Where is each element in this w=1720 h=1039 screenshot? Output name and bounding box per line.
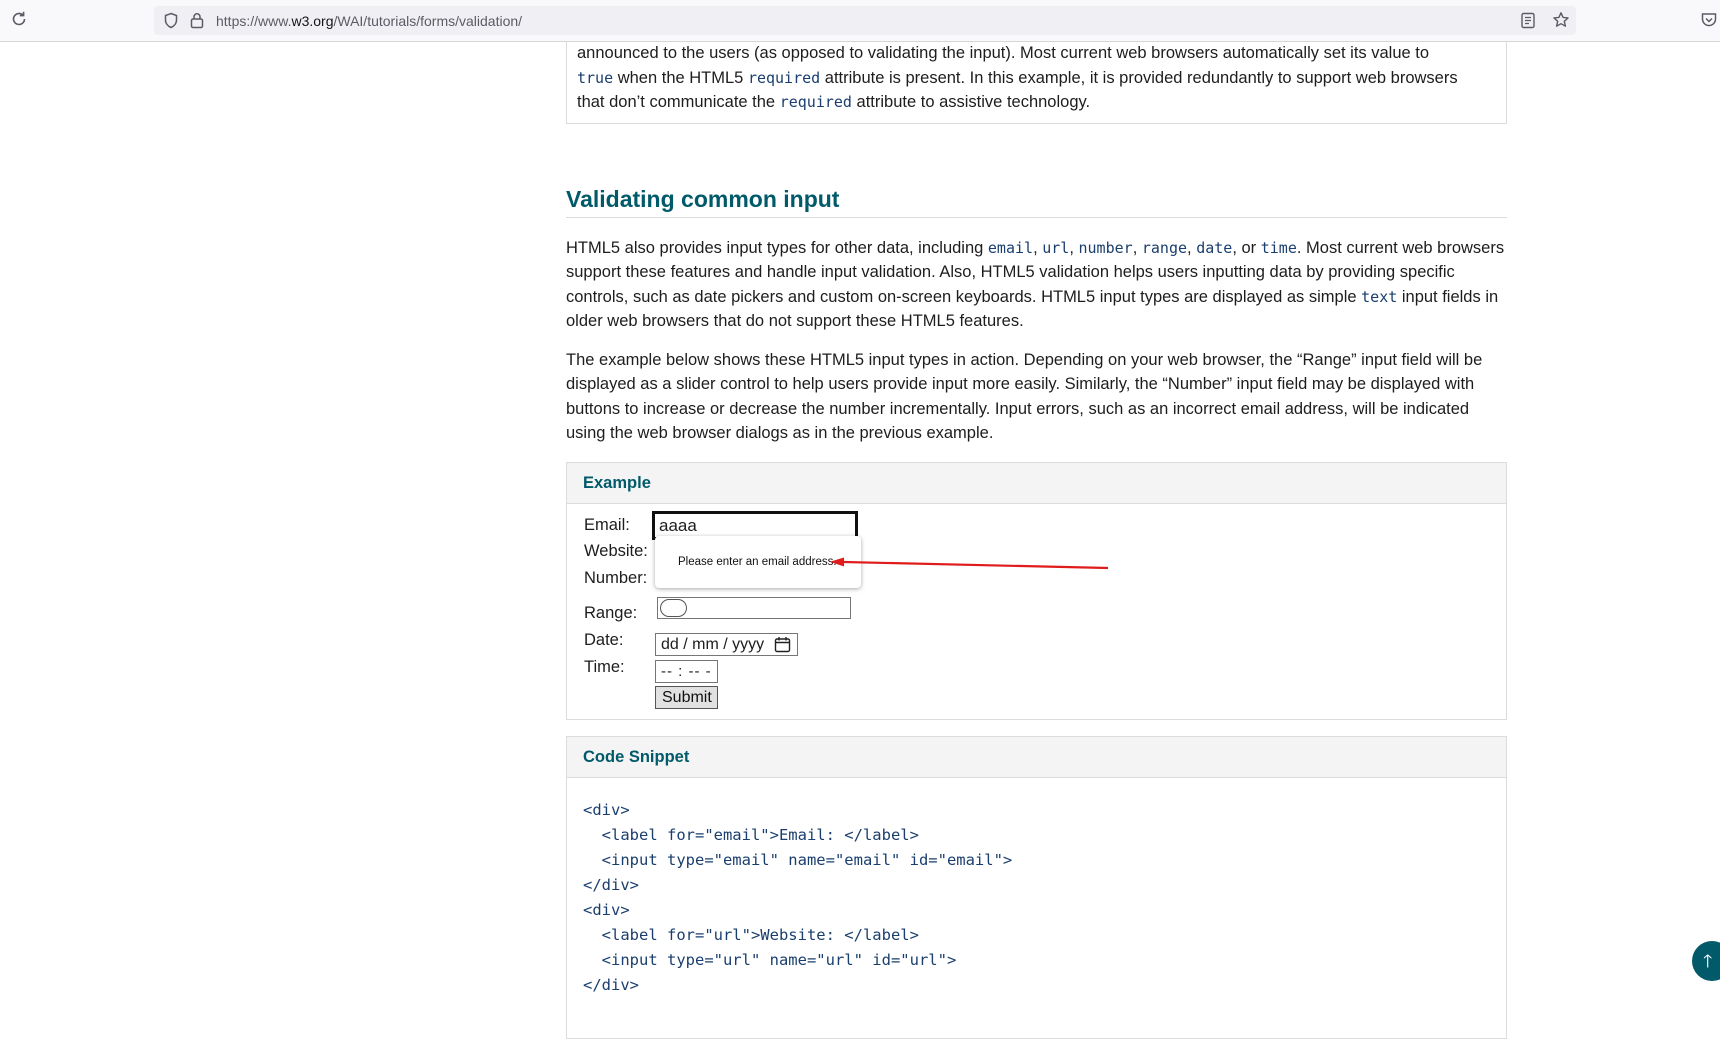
example-form: Email: Website: Number: Range: Date: Tim… xyxy=(567,504,1506,719)
section-heading: Validating common input xyxy=(566,184,1507,218)
time-label: Time: xyxy=(584,657,625,676)
email-label: Email: xyxy=(584,515,630,534)
text: , or xyxy=(1232,238,1261,257)
text: , xyxy=(1187,238,1197,257)
website-label: Website: xyxy=(584,541,648,560)
text: , xyxy=(1069,238,1079,257)
code-required: required xyxy=(779,93,852,111)
range-slider-thumb[interactable] xyxy=(660,598,687,617)
aria-required-note: announced to the users (as opposed to va… xyxy=(566,41,1507,124)
reader-view-icon[interactable] xyxy=(1520,12,1536,33)
browser-toolbar: https://www.w3.org/WAI/tutorials/forms/v… xyxy=(0,0,1720,42)
code-snippet-heading: Code Snippet xyxy=(567,736,1506,778)
range-label: Range: xyxy=(584,603,638,622)
code-text: text xyxy=(1361,287,1398,306)
code-required: required xyxy=(747,68,821,87)
code-line: <input type="email" name="email" id="ema… xyxy=(583,850,1013,869)
url-text[interactable]: https://www.w3.org/WAI/tutorials/forms/v… xyxy=(216,13,522,29)
time-input[interactable]: -- : -- -- xyxy=(655,659,718,701)
url-prefix: https://www. xyxy=(216,13,292,29)
main-content: announced to the users (as opposed to va… xyxy=(566,41,1507,1039)
note-line-3a: that don’t communicate the xyxy=(577,93,780,111)
back-to-top-button[interactable]: 🡑 xyxy=(1692,941,1720,981)
annotation-arrow-icon xyxy=(830,557,1109,569)
code-number: number xyxy=(1078,238,1133,257)
date-input[interactable]: dd / mm / yyyy xyxy=(655,632,798,659)
range-slider[interactable] xyxy=(657,596,851,619)
note-line-2b: attribute is present. In this example, i… xyxy=(820,68,1458,87)
email-input[interactable]: aaaa xyxy=(652,510,858,540)
address-bar[interactable]: https://www.w3.org/WAI/tutorials/forms/v… xyxy=(154,6,1576,35)
code-line: </div> xyxy=(583,975,639,994)
code-line: <input type="url" name="url" id="url"> xyxy=(583,950,957,969)
text: , xyxy=(1132,238,1142,257)
date-label: Date: xyxy=(584,630,624,649)
code-true: true xyxy=(577,68,614,87)
example-heading: Example xyxy=(567,462,1506,504)
lock-icon[interactable] xyxy=(190,12,204,33)
code-line: </div> xyxy=(583,875,639,894)
date-placeholder: dd / mm / yyyy xyxy=(661,635,765,653)
code-line: <div> xyxy=(583,800,630,819)
code-line: <label for="email">Email: </label> xyxy=(583,825,919,844)
note-text: announced to the users (as opposed to va… xyxy=(577,41,1490,115)
text: HTML5 also provides input types for othe… xyxy=(566,238,988,257)
note-line-1: announced to the users (as opposed to va… xyxy=(577,44,1430,62)
arrow-up-icon: 🡑 xyxy=(1703,951,1713,971)
bookmark-star-icon[interactable] xyxy=(1552,11,1570,33)
code-block: <div> <label for="email">Email: </label>… xyxy=(583,798,1490,998)
example-panel: Example Email: Website: Number: Range: D… xyxy=(566,461,1507,720)
shield-icon[interactable] xyxy=(163,12,179,33)
code-snippet-panel: Code Snippet <div> <label for="email">Em… xyxy=(566,735,1507,1039)
pocket-icon[interactable] xyxy=(1700,11,1718,33)
url-domain: w3.org xyxy=(291,13,334,29)
number-label: Number: xyxy=(584,568,648,587)
submit-button[interactable]: Submit xyxy=(655,685,718,709)
code-snippet-body: <div> <label for="email">Email: </label>… xyxy=(567,778,1506,1038)
text: , xyxy=(1033,238,1043,257)
code-line: <div> xyxy=(583,900,630,919)
calendar-icon[interactable] xyxy=(774,636,791,659)
code-url: url xyxy=(1042,238,1070,257)
reload-icon[interactable] xyxy=(10,10,28,32)
code-email: email xyxy=(987,238,1034,257)
code-date: date xyxy=(1196,238,1233,257)
code-time: time xyxy=(1260,238,1297,257)
example-intro-paragraph: The example below shows these HTML5 inpu… xyxy=(566,350,1483,443)
input-types-paragraph: HTML5 also provides input types for othe… xyxy=(566,236,1507,334)
note-line-3b: attribute to assistive technology. xyxy=(851,93,1091,111)
note-line-2a: when the HTML5 xyxy=(613,68,748,87)
code-range: range xyxy=(1141,238,1188,257)
code-line: <label for="url">Website: </label> xyxy=(583,925,919,944)
url-path: /WAI/tutorials/forms/validation/ xyxy=(333,13,523,29)
